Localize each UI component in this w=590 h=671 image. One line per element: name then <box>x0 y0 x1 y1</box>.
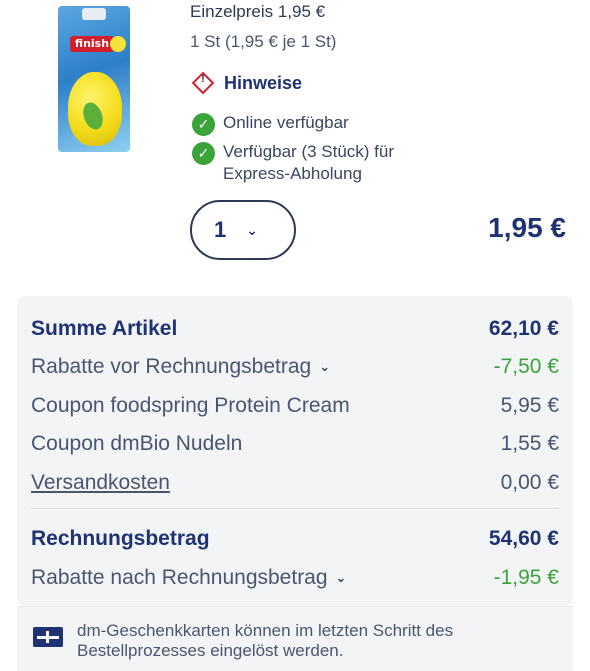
row-value: -7,50 € <box>493 355 559 378</box>
giftcard-note: dm-Geschenkkarten können im letzten Schr… <box>17 606 573 671</box>
row-value: 5,95 € <box>500 394 559 417</box>
chevron-down-icon: ⌄ <box>246 221 258 238</box>
check-circle-icon: ✓ <box>192 142 215 165</box>
availability-text: Verfügbar (3 Stück) für Express-Abholung <box>223 142 395 183</box>
availability-text: Online verfügbar <box>223 113 349 132</box>
summary-row-coupon-foodspring: Coupon foodspring Protein Cream 5,95 € <box>31 391 559 421</box>
row-label: Summe Artikel <box>31 317 178 340</box>
unit-price: Einzelpreis 1,95 € <box>190 2 326 21</box>
check-circle-icon: ✓ <box>192 113 215 136</box>
availability-online: ✓ Online verfügbar <box>192 112 349 136</box>
order-summary: Summe Artikel 62,10 € Rabatte vor Rechnu… <box>17 296 573 606</box>
chevron-down-icon[interactable]: ⌄ <box>319 359 330 375</box>
quantity-info: 1 St (1,95 € je 1 St) <box>190 32 337 51</box>
quantity-value: 1 <box>214 217 227 242</box>
summary-divider <box>31 508 559 509</box>
row-value: 54,60 € <box>488 527 559 550</box>
row-value: 0,00 € <box>500 471 559 494</box>
summary-row-rabatte-vor[interactable]: Rabatte vor Rechnungsbetrag ⌄ -7,50 € <box>31 352 559 382</box>
hazard-warning-icon: ! <box>190 70 216 96</box>
giftcard-note-text: dm-Geschenkkarten können im letzten Schr… <box>77 621 454 660</box>
hinweise-label: Hinweise <box>224 72 303 93</box>
package-badge <box>110 36 126 52</box>
summary-row-versandkosten: Versandkosten 0,00 € <box>31 468 559 498</box>
row-label: Coupon dmBio Nudeln <box>31 432 243 455</box>
line-total-price: 1,95 € <box>488 212 566 243</box>
row-label: Coupon foodspring Protein Cream <box>31 394 350 417</box>
availability-express: ✓ Verfügbar (3 Stück) für Express-Abholu… <box>192 141 452 185</box>
summary-row-coupon-dmbio: Coupon dmBio Nudeln 1,55 € <box>31 429 559 459</box>
chevron-down-icon[interactable]: ⌄ <box>336 570 347 586</box>
quantity-select[interactable]: 1 ⌄ <box>190 200 296 260</box>
package-hanger <box>82 8 106 20</box>
row-label: Rabatte vor Rechnungsbetrag <box>31 355 312 378</box>
summary-row-rabatte-nach[interactable]: Rabatte nach Rechnungsbetrag ⌄ -1,95 € <box>31 563 559 593</box>
gift-card-icon <box>33 627 63 647</box>
row-label: Rabatte nach Rechnungsbetrag <box>31 566 328 589</box>
row-label: Rechnungsbetrag <box>31 527 210 550</box>
row-value: 1,55 € <box>500 432 559 455</box>
versandkosten-link[interactable]: Versandkosten <box>31 471 170 495</box>
row-value: -1,95 € <box>493 566 559 589</box>
product-image[interactable]: finish <box>58 6 130 152</box>
row-value: 62,10 € <box>488 317 559 340</box>
summary-row-rechnungsbetrag: Rechnungsbetrag 54,60 € <box>31 524 559 554</box>
hinweise-link[interactable]: ! Hinweise <box>190 70 302 96</box>
product-brand-logo: finish <box>70 36 114 52</box>
summary-row-summe-artikel: Summe Artikel 62,10 € <box>31 314 559 344</box>
